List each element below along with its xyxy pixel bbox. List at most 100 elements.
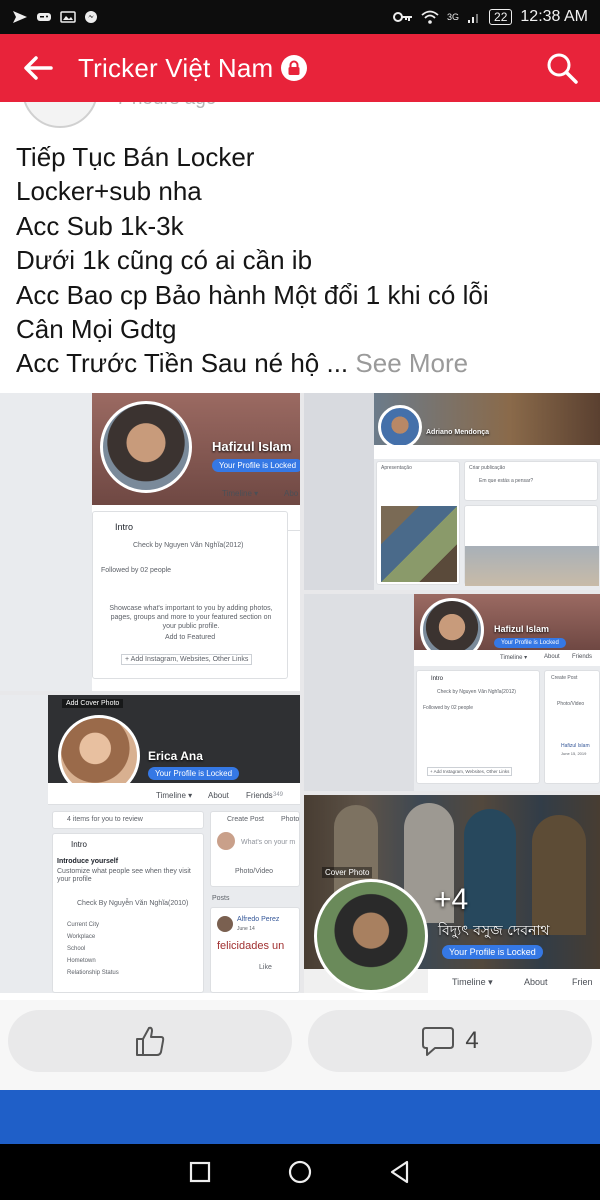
navigation-icon — [13, 11, 27, 23]
introduce-heading: Introduce yourself — [57, 858, 119, 865]
search-button[interactable] — [540, 46, 584, 90]
field-hometown: Hometown — [67, 958, 96, 964]
search-icon — [547, 53, 578, 84]
intro-card: Apresentação — [376, 461, 460, 585]
wifi-icon — [421, 10, 439, 24]
like-button[interactable] — [8, 1010, 292, 1072]
create-post-label: Create Post — [551, 675, 578, 681]
post-line: Tiếp Tục Bán Locker — [16, 142, 255, 172]
square-icon — [189, 1161, 211, 1183]
post-card — [464, 505, 599, 586]
post-line: Locker+sub nha — [16, 176, 202, 207]
messenger-icon — [85, 11, 97, 23]
status-right-icons: 3G 22 12:38 AM — [393, 8, 588, 26]
back-nav-button[interactable] — [380, 1152, 420, 1192]
comment-button[interactable]: 4 — [308, 1010, 592, 1072]
customize-text: Customize what people see when they visi… — [57, 868, 191, 883]
post-line: Acc Bao cp Bảo hành Một đổi 1 khi có lỗi — [16, 279, 489, 310]
followed-text: Followed by 02 people — [101, 567, 172, 574]
intro-card: Intro Introduce yourself Customize what … — [52, 833, 204, 993]
about-tab: Abo — [284, 489, 299, 498]
intro-heading: Intro — [431, 676, 444, 682]
action-bar: 4 — [0, 1000, 600, 1090]
post-meta: 7 hours ago — [0, 102, 600, 132]
post-line: Cân Mọi Gdtg — [16, 314, 177, 345]
app-header: Tricker Việt Nam — [0, 34, 600, 102]
friends-tab: Friends — [572, 654, 593, 660]
timeline-tab: Timeline ▾ — [452, 977, 493, 987]
recents-button[interactable] — [180, 1152, 220, 1192]
profile-photo — [100, 401, 192, 493]
comment-text: felicidades un — [217, 940, 285, 952]
about-tab: About — [208, 791, 229, 800]
profile-name: Hafizul Islam — [494, 624, 550, 634]
field-relationship: Relationship Status — [67, 970, 119, 976]
create-post-card: Create Post Photo What's on your m Photo… — [210, 811, 300, 887]
poster-name: Hafizul Islam — [561, 743, 590, 749]
intro-heading: Intro — [115, 522, 134, 532]
add-featured: Add to Featured — [165, 634, 216, 641]
photo-label: Photo — [281, 816, 300, 823]
friends-tab: Friends — [246, 791, 273, 800]
post-date: June 15, 2019 — [561, 751, 587, 756]
add-links: + Add Instagram, Websites, Other Links — [427, 767, 513, 776]
avatar[interactable] — [22, 102, 98, 128]
intro-card: Intro Check by Nguyen Văn Nghĩa(2012) Fo… — [92, 511, 288, 679]
group-title: Tricker Việt Nam — [78, 52, 274, 83]
photo-tile-1[interactable]: Hafizul Islam Your Profile is Locked Tim… — [0, 393, 300, 691]
post-line: Acc Sub 1k-3k — [16, 210, 184, 241]
photo-tile-5[interactable]: Cover Photo +4 বিদ্যুৎ বসুজ দেবনাথ Your … — [304, 795, 600, 993]
add-cover-photo: Add Cover Photo — [62, 699, 124, 708]
create-post-card: Create Post Photo/Video Hafizul Islam Ju… — [544, 670, 600, 784]
timeline-tab: Timeline ▾ — [500, 655, 528, 661]
post-placeholder: Em que estás a pensar? — [479, 478, 534, 484]
profile-name: Adriano Mendonça — [426, 429, 490, 436]
intro-heading: Apresentação — [381, 465, 412, 471]
profile-name: Hafizul Islam — [212, 439, 292, 454]
post-text: Tiếp Tục Bán Locker Locker+sub nha Acc S… — [16, 140, 586, 381]
followed-text: Followed by 02 people — [423, 705, 474, 711]
comment-icon — [422, 1027, 455, 1056]
cover-photo-label: Cover Photo — [322, 867, 373, 878]
profile-photo — [378, 405, 422, 449]
locked-badge: Your Profile is Locked — [148, 767, 240, 780]
lock-icon — [281, 55, 308, 81]
status-bar: 3G 22 12:38 AM — [0, 0, 600, 34]
check-text: Check By Nguyễn Văn Nghĩa(2010) — [77, 900, 189, 907]
review-card: 4 items for you to review — [52, 811, 204, 829]
locked-badge: Your Profile is Locked — [494, 638, 566, 648]
signal-icon — [468, 14, 479, 23]
photo-tile-4[interactable]: Add Cover Photo Erica Ana Your Profile i… — [0, 695, 300, 993]
system-nav-bar — [0, 1144, 600, 1200]
home-button[interactable] — [280, 1152, 320, 1192]
signal-label: 3G — [447, 12, 460, 22]
field-workplace: Workplace — [67, 934, 96, 940]
post-line-last: Acc Trước Tiền Sau né hộ ... See More — [16, 346, 586, 380]
profile-photo — [314, 879, 428, 993]
timeline-tab: Timeline ▾ — [222, 489, 259, 498]
photo-tile-2[interactable]: Adriano Mendonça Apresentação Criar publ… — [304, 393, 600, 590]
friends-tab: Frien — [572, 977, 593, 987]
more-photos-count: +4 — [434, 883, 469, 916]
field-school: School — [67, 946, 86, 952]
battery-indicator: 22 — [489, 9, 513, 25]
check-text: Check by Nguyen Văn Nghĩa(2012) — [437, 689, 516, 695]
see-more-link[interactable]: See More — [355, 348, 468, 378]
intro-card: Intro Check by Nguyen Văn Nghĩa(2012) Fo… — [416, 670, 540, 784]
commenter-name: Alfredo Perez — [237, 916, 280, 923]
about-tab: About — [524, 977, 548, 987]
create-post-label: Create Post — [227, 816, 264, 823]
back-button[interactable] — [16, 46, 60, 90]
bottom-banner — [0, 1090, 600, 1144]
intro-heading: Intro — [71, 840, 88, 849]
photo-video-label: Photo/Video — [235, 868, 274, 875]
add-links: + Add Instagram, Websites, Other Links — [121, 654, 253, 665]
photo-tile-3[interactable]: Hafizul Islam Your Profile is Locked Tim… — [304, 594, 600, 791]
photo-grid: Hafizul Islam Your Profile is Locked Tim… — [0, 393, 600, 993]
gamepad-icon — [37, 13, 51, 21]
arrow-left-icon — [24, 56, 53, 80]
triangle-back-icon — [390, 1160, 409, 1184]
thumbs-up-icon — [136, 1026, 165, 1056]
like-label: Like — [259, 964, 272, 971]
posts-heading: Posts — [212, 895, 230, 902]
